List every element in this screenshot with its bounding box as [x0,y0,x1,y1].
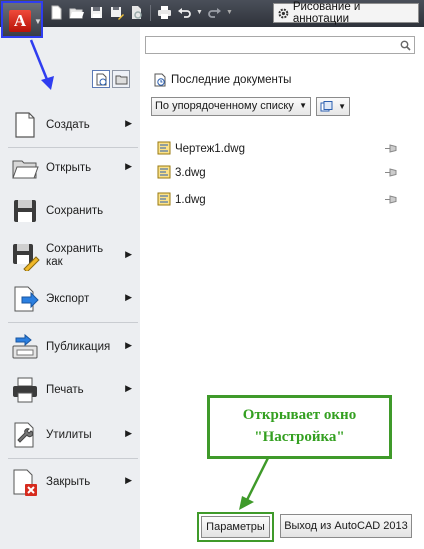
chevron-right-icon: ▶ [125,383,132,393]
redo-dropdown-icon[interactable]: ▼ [226,4,233,21]
gear-icon [278,8,289,18]
open-folder-icon [8,151,42,185]
blue-arrow-annotation [29,39,54,90]
recent-document-item[interactable]: 3.dwg [157,164,397,182]
options-button[interactable]: Параметры [201,516,270,538]
view-toggle-group [92,70,130,88]
menu-item-label: Публикация [46,340,111,353]
save-floppy-icon [8,194,42,228]
recent-documents-title: Последние документы [171,74,292,86]
save-icon[interactable] [88,4,105,21]
close-document-icon [8,465,42,499]
annotation-callout: Открывает окно "Настройка" [207,395,392,459]
menu-item-label: Утилиты [46,428,92,441]
printer-icon [8,373,42,407]
chevron-down-icon: ▼ [338,102,346,111]
save-as-icon[interactable] [108,4,125,21]
application-menu-button[interactable]: A ▼ [1,1,43,38]
chevron-down-icon: ▼ [34,17,42,26]
quick-access-icons: ▼ ▼ [48,4,233,23]
search-input[interactable] [145,36,415,54]
menu-item-new[interactable]: Создать ▶ [8,103,138,147]
exit-autocad-button[interactable]: Выход из AutoCAD 2013 [280,514,412,538]
autocad-logo-icon: A [9,10,31,32]
menu-item-utilities[interactable]: Утилиты ▶ [8,413,138,457]
chevron-right-icon: ▶ [125,428,132,438]
workspace-switcher[interactable]: Рисование и аннотации [273,1,419,25]
toolbar-separator [150,5,151,21]
chevron-down-icon: ▼ [299,101,307,110]
menu-item-save[interactable]: Сохранить [8,189,138,233]
menu-item-label: Закрыть [46,475,91,488]
open-documents-toggle[interactable] [112,70,130,88]
menu-item-save-as[interactable]: Сохранить как ▶ [8,234,138,278]
options-button-highlight: Параметры [197,512,274,542]
menu-item-label: Печать [46,383,84,396]
sort-dropdown-value: По упорядоченному списку [155,100,294,112]
menu-item-publish[interactable]: Публикация ▶ [8,325,138,369]
green-arrow-annotation [239,457,270,510]
recent-documents-header: Последние документы [153,73,291,87]
export-icon [8,282,42,316]
wrench-icon [8,418,42,452]
recent-documents-toggle[interactable] [92,70,110,88]
menu-item-label: Сохранить как [46,243,104,268]
plot-preview-icon[interactable] [128,4,145,21]
recent-documents-icon [96,73,106,85]
annotation-line-2: "Настройка" [254,429,345,445]
document-name: 3.dwg [175,167,206,179]
chevron-right-icon: ▶ [125,475,132,485]
menu-item-label: Создать [46,118,90,131]
sort-dropdown[interactable]: По упорядоченному списку ▼ [151,97,311,116]
menu-item-label: Экспорт [46,292,90,305]
workspace-label: Рисование и аннотации [292,1,361,25]
menu-item-label: Сохранить [46,204,104,217]
pin-icon[interactable] [384,167,397,181]
chevron-right-icon: ▶ [125,161,132,171]
dwg-file-icon [157,165,171,178]
menu-item-print[interactable]: Печать ▶ [8,368,138,412]
undo-icon[interactable] [176,4,193,21]
pin-icon[interactable] [384,143,397,157]
menu-item-open[interactable]: Открыть ▶ [8,146,138,190]
menu-divider [8,458,138,459]
undo-dropdown-icon[interactable]: ▼ [196,4,203,21]
dwg-file-icon [157,141,171,154]
quick-access-toolbar: ▼ ▼ Рисование и аннотации [0,0,424,27]
document-name: Чертеж1.dwg [175,143,245,155]
publish-icon [8,330,42,364]
annotation-line-1: Открывает окно [242,407,357,423]
recent-document-item[interactable]: Чертеж1.dwg [157,140,397,158]
menu-divider [8,322,138,323]
recent-documents-icon [154,73,166,87]
search-icon [400,40,411,51]
recent-document-item[interactable]: 1.dwg [157,191,397,209]
redo-icon[interactable] [206,4,223,21]
new-icon[interactable] [48,4,65,21]
menu-item-close[interactable]: Закрыть ▶ [8,460,138,504]
document-name: 1.dwg [175,194,206,206]
chevron-right-icon: ▶ [125,118,132,128]
open-documents-icon [115,75,127,84]
menu-item-export[interactable]: Экспорт ▶ [8,277,138,321]
chevron-right-icon: ▶ [125,340,132,350]
print-icon[interactable] [156,4,173,21]
icons-view-icon [320,101,333,112]
menu-item-label: Открыть [46,161,92,174]
dwg-file-icon [157,192,171,205]
chevron-right-icon: ▶ [125,249,132,259]
save-as-pencil-icon [8,239,42,273]
chevron-right-icon: ▶ [125,292,132,302]
pin-icon[interactable] [384,194,397,208]
new-document-icon [8,108,42,142]
open-icon[interactable] [68,4,85,21]
display-mode-dropdown[interactable]: ▼ [316,97,350,116]
